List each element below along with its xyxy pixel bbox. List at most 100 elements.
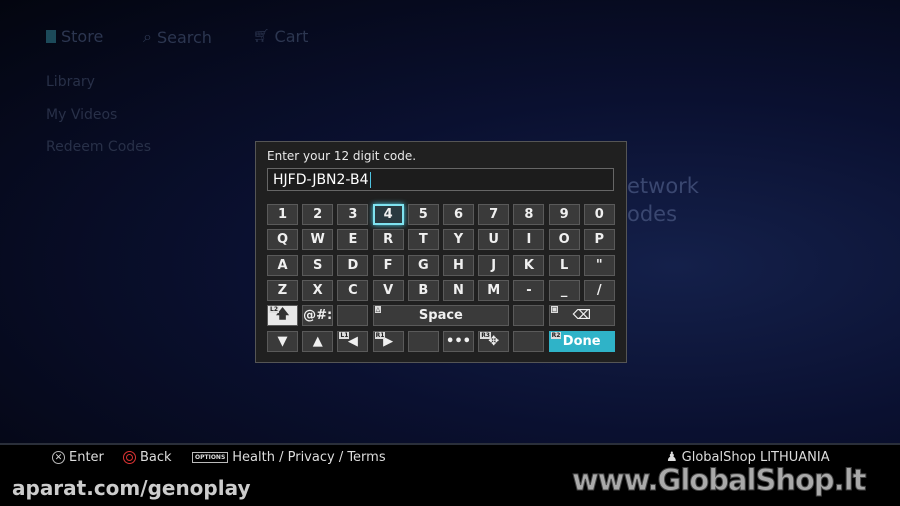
key[interactable]: L	[548, 254, 580, 276]
button-tag: R2	[550, 331, 562, 339]
key[interactable]: 1	[267, 204, 298, 225]
key-label: M	[487, 282, 501, 298]
key[interactable]: 9	[548, 204, 580, 225]
triangle-left-icon: ◀	[347, 333, 358, 349]
key-label: L	[559, 257, 569, 273]
key[interactable]: A	[267, 254, 298, 276]
key[interactable]: K	[513, 254, 545, 276]
key-label: P	[594, 232, 605, 248]
blank-key[interactable]	[337, 305, 369, 327]
key[interactable]: Q	[267, 229, 298, 251]
key-label: 4	[383, 207, 393, 222]
nav-store[interactable]: Store	[46, 27, 103, 46]
key[interactable]: U	[478, 229, 510, 251]
key[interactable]: "	[583, 254, 615, 276]
key-label: T	[418, 232, 428, 248]
key[interactable]: P	[583, 229, 615, 251]
key[interactable]: H	[443, 254, 474, 276]
space-key[interactable]: △ Space	[372, 305, 510, 327]
dialog-prompt: Enter your 12 digit code.	[267, 149, 417, 163]
sidebar-item-my-videos[interactable]: My Videos	[46, 107, 117, 123]
options-hint[interactable]: OPTIONS Health / Privacy / Terms	[192, 450, 386, 465]
watermark-right: www.GlobalShop.lt	[572, 463, 868, 498]
key[interactable]: G	[407, 254, 439, 276]
key[interactable]: B	[407, 279, 439, 301]
cursor-down-key[interactable]: ▼	[267, 330, 298, 352]
key[interactable]: X	[302, 279, 334, 301]
key[interactable]: T	[407, 229, 439, 251]
key[interactable]: F	[372, 254, 404, 276]
backspace-key[interactable]: □ ⌫	[548, 305, 615, 327]
key-label: A	[277, 257, 288, 273]
key[interactable]: W	[302, 229, 334, 251]
key-label: _	[560, 282, 568, 298]
key[interactable]: 8	[513, 204, 545, 225]
button-tag: R3	[480, 331, 491, 339]
code-entry-dialog: Enter your 12 digit code. HJFD-JBN2-B4 1…	[255, 141, 627, 363]
key[interactable]: O	[548, 229, 580, 251]
blank-key[interactable]	[513, 305, 545, 327]
key[interactable]: Z	[267, 279, 298, 301]
key[interactable]: R	[372, 229, 404, 251]
cart-icon: 🛒︎	[253, 29, 270, 44]
blank-key[interactable]	[513, 330, 545, 352]
key[interactable]: N	[443, 279, 474, 301]
key[interactable]: 6	[443, 204, 474, 225]
sidebar-item-library[interactable]: Library	[46, 74, 95, 90]
key[interactable]: S	[302, 254, 334, 276]
background-heading-line1: etwork	[627, 174, 699, 198]
cross-button-icon: ✕	[52, 451, 65, 464]
key-label: -	[526, 282, 532, 298]
code-input[interactable]: HJFD-JBN2-B4	[267, 168, 614, 191]
key[interactable]: D	[337, 254, 369, 276]
key[interactable]: I	[513, 229, 545, 251]
key[interactable]: 7	[478, 204, 510, 225]
enter-hint: ✕ Enter	[52, 450, 104, 465]
key-label: 2	[313, 207, 323, 222]
key[interactable]: Y	[443, 229, 474, 251]
key-label: W	[310, 232, 325, 248]
nav-search[interactable]: ⌕ Search	[143, 27, 212, 47]
blank-key[interactable]	[407, 330, 439, 352]
key[interactable]: C	[337, 279, 369, 301]
key[interactable]: 5	[407, 204, 439, 225]
nav-cart[interactable]: 🛒︎ Cart	[253, 27, 308, 46]
done-button[interactable]: R2 Done	[548, 330, 615, 352]
cursor-up-key[interactable]: ▲	[302, 330, 334, 352]
triangle-down-icon: ▼	[277, 333, 288, 349]
sidebar-item-redeem-codes[interactable]: Redeem Codes	[46, 139, 151, 155]
gamepad-key[interactable]: R3 ✥	[478, 330, 510, 352]
key[interactable]: 4	[372, 204, 404, 225]
key[interactable]: J	[478, 254, 510, 276]
key[interactable]: 2	[302, 204, 334, 225]
key-label: /	[596, 282, 602, 298]
key-label: O	[558, 232, 570, 248]
key-label: B	[418, 282, 429, 298]
key[interactable]: V	[372, 279, 404, 301]
footer: ✕ Enter Back OPTIONS Health / Privacy / Te…	[0, 443, 900, 506]
key[interactable]: 3	[337, 204, 369, 225]
cursor-right-key[interactable]: R1 ▶	[372, 330, 404, 352]
button-tag: R1	[374, 331, 386, 339]
key[interactable]: _	[548, 279, 580, 301]
key-label: R	[383, 232, 394, 248]
more-key[interactable]: •••	[443, 330, 474, 352]
key[interactable]: -	[513, 279, 545, 301]
key-label: Done	[562, 333, 601, 349]
cursor-left-key[interactable]: L1 ◀	[337, 330, 369, 352]
back-hint[interactable]: Back	[123, 450, 172, 465]
key-label: N	[453, 282, 464, 298]
key-label: D	[347, 257, 359, 273]
key[interactable]: M	[478, 279, 510, 301]
key-label: Y	[453, 232, 464, 248]
key[interactable]: /	[583, 279, 615, 301]
code-value: HJFD-JBN2-B4	[273, 171, 369, 188]
shift-key[interactable]: L2 🡅	[267, 305, 298, 327]
key[interactable]: E	[337, 229, 369, 251]
key-label: F	[383, 257, 393, 273]
key-label: E	[348, 232, 358, 248]
key[interactable]: 0	[583, 204, 615, 225]
key-label: 7	[489, 207, 499, 222]
text-caret	[369, 171, 371, 188]
symbols-key[interactable]: @#:	[302, 305, 334, 327]
